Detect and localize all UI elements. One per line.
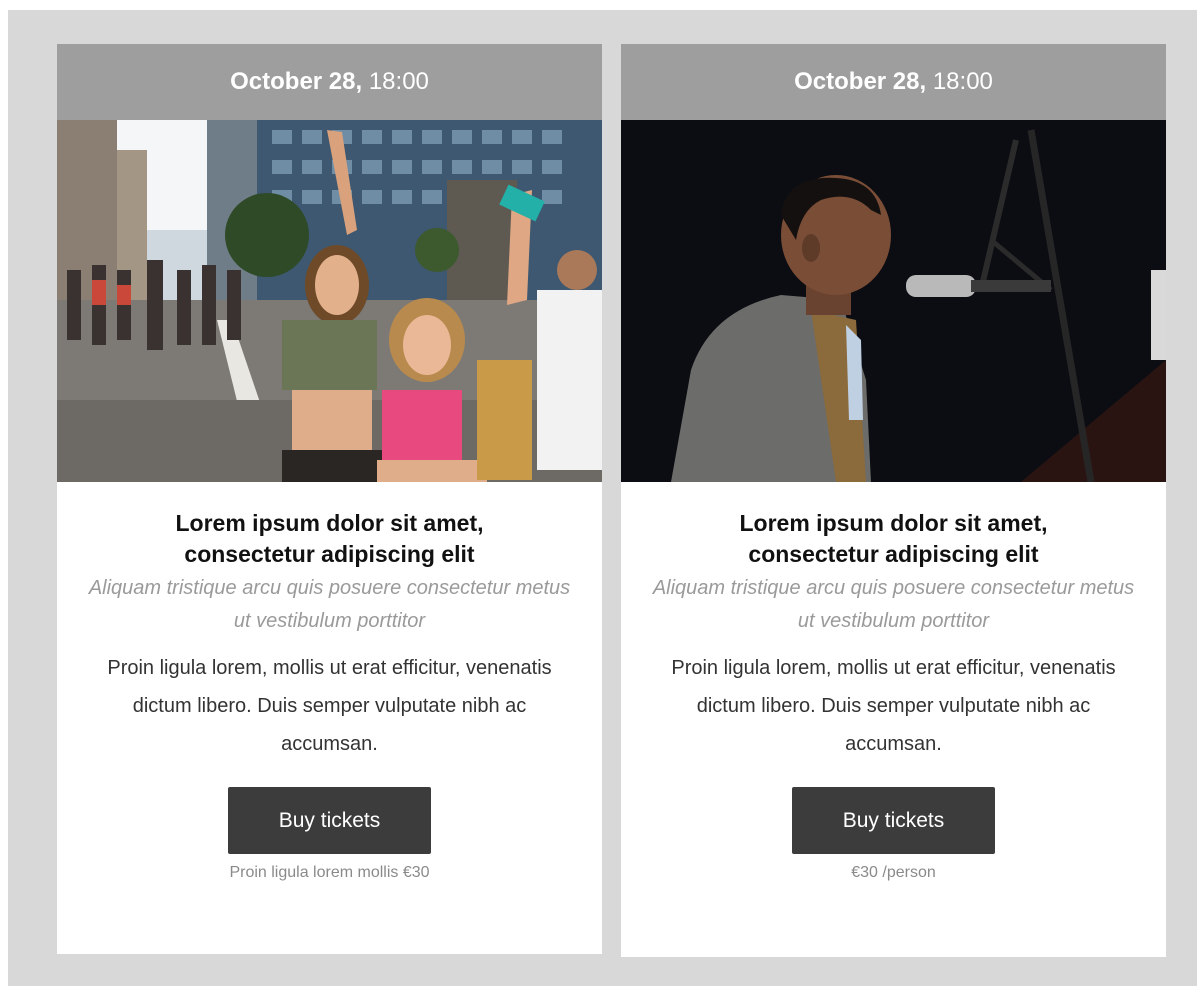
event-description: Proin ligula lorem, mollis ut erat effic… (107, 657, 552, 755)
price-note: €30 /person (851, 864, 936, 881)
event-title: Lorem ipsum dolor sit amet, consectetur … (175, 510, 484, 567)
page-background: October 28, 18:00 Lorem ipsum dolor sit … (8, 10, 1197, 986)
event-subtitle: Aliquam tristique arcu quis posuere cons… (652, 577, 1135, 632)
event-date-header: October 28, 18:00 (57, 44, 602, 120)
crowd-photo-illustration (57, 120, 602, 482)
event-time: 18:00 (932, 68, 993, 95)
event-details: Lorem ipsum dolor sit amet, consectetur … (621, 482, 1166, 882)
price-note: Proin ligula lorem mollis €30 (229, 864, 430, 881)
event-subtitle: Aliquam tristique arcu quis posuere cons… (88, 577, 571, 632)
event-time: 18:00 (368, 68, 429, 95)
event-photo-crowd (57, 120, 602, 482)
buy-tickets-button[interactable]: Buy tickets (792, 787, 995, 854)
event-card-2: October 28, 18:00 Lorem ipsum dolor sit … (621, 44, 1166, 957)
buy-tickets-button[interactable]: Buy tickets (228, 787, 431, 854)
event-card-1: October 28, 18:00 Lorem ipsum dolor sit … (57, 44, 602, 954)
event-title: Lorem ipsum dolor sit amet, consectetur … (739, 510, 1048, 567)
event-photo-singer (621, 120, 1166, 482)
event-date: October 28, (230, 68, 363, 95)
event-details: Lorem ipsum dolor sit amet, consectetur … (57, 482, 602, 882)
event-date: October 28, (794, 68, 927, 95)
event-date-header: October 28, 18:00 (621, 44, 1166, 120)
event-description: Proin ligula lorem, mollis ut erat effic… (671, 657, 1116, 755)
singer-photo-illustration (621, 120, 1166, 482)
